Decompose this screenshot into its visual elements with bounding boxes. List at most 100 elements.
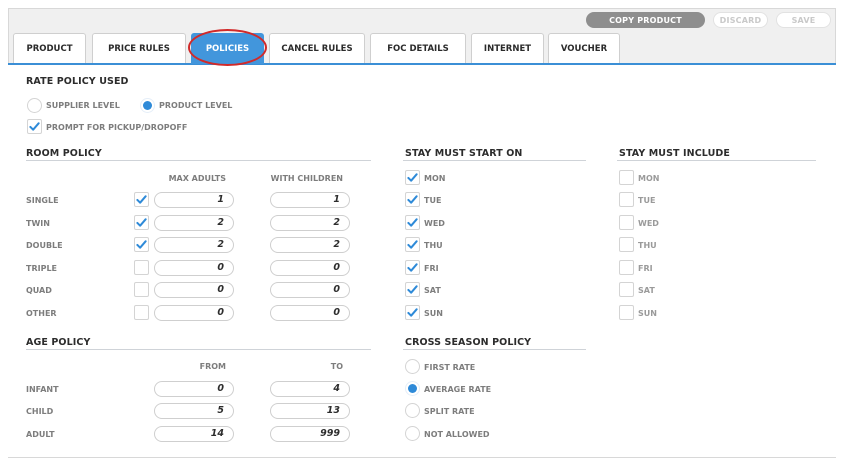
room-label-other: OTHER bbox=[26, 309, 57, 318]
divider bbox=[26, 160, 371, 161]
max-adults-double-input[interactable]: 2 bbox=[154, 237, 234, 253]
divider bbox=[403, 160, 586, 161]
age-to-adult-input[interactable]: 999 bbox=[270, 426, 350, 442]
radio-not-allowed[interactable] bbox=[405, 426, 420, 441]
radio-average-rate[interactable] bbox=[405, 381, 420, 396]
include-label-wed: WED bbox=[638, 219, 659, 228]
include-checkbox-sun[interactable] bbox=[619, 305, 634, 320]
start-checkbox-wed[interactable] bbox=[405, 215, 420, 230]
room-checkbox-double[interactable] bbox=[134, 237, 149, 252]
tab-product[interactable]: PRODUCT bbox=[13, 33, 86, 64]
start-checkbox-mon[interactable] bbox=[405, 170, 420, 185]
include-checkbox-tue[interactable] bbox=[619, 192, 634, 207]
room-policy-title: ROOM POLICY bbox=[26, 148, 102, 159]
include-checkbox-sat[interactable] bbox=[619, 282, 634, 297]
stay-include-title: STAY MUST INCLUDE bbox=[619, 148, 730, 159]
max-adults-header: MAX ADULTS bbox=[168, 174, 226, 183]
max-adults-other-input[interactable]: 0 bbox=[154, 305, 234, 321]
start-checkbox-fri[interactable] bbox=[405, 260, 420, 275]
start-checkbox-tue[interactable] bbox=[405, 192, 420, 207]
not-allowed-label: NOT ALLOWED bbox=[424, 430, 490, 439]
room-label-quad: QUAD bbox=[26, 286, 52, 295]
start-label-sat: SAT bbox=[424, 286, 441, 295]
radio-first-rate[interactable] bbox=[405, 359, 420, 374]
radio-supplier-level[interactable] bbox=[27, 98, 42, 113]
room-label-double: DOUBLE bbox=[26, 241, 63, 250]
room-checkbox-quad[interactable] bbox=[134, 282, 149, 297]
include-label-sat: SAT bbox=[638, 286, 655, 295]
include-checkbox-wed[interactable] bbox=[619, 215, 634, 230]
check-icon bbox=[29, 122, 40, 131]
start-checkbox-sat[interactable] bbox=[405, 282, 420, 297]
divider bbox=[26, 349, 371, 350]
copy-product-button[interactable]: COPY PRODUCT bbox=[586, 12, 705, 28]
check-icon bbox=[407, 173, 418, 182]
age-from-child-input[interactable]: 5 bbox=[154, 403, 234, 419]
start-label-mon: MON bbox=[424, 174, 446, 183]
include-checkbox-fri[interactable] bbox=[619, 260, 634, 275]
age-label-infant: INFANT bbox=[26, 385, 59, 394]
tab-price-rules[interactable]: PRICE RULES bbox=[92, 33, 186, 64]
with-children-quad-input[interactable]: 0 bbox=[270, 282, 350, 298]
tab-internet[interactable]: INTERNET bbox=[471, 33, 544, 64]
check-icon bbox=[407, 308, 418, 317]
radio-product-level[interactable] bbox=[140, 98, 155, 113]
tab-policies[interactable]: POLICIES bbox=[191, 33, 264, 64]
save-button[interactable]: SAVE bbox=[776, 12, 831, 28]
age-from-adult-input[interactable]: 14 bbox=[154, 426, 234, 442]
room-label-single: SINGLE bbox=[26, 196, 59, 205]
cross-season-title: CROSS SEASON POLICY bbox=[405, 337, 532, 348]
start-label-sun: SUN bbox=[424, 309, 443, 318]
max-adults-single-input[interactable]: 1 bbox=[154, 192, 234, 208]
max-adults-twin-input[interactable]: 2 bbox=[154, 215, 234, 231]
room-checkbox-other[interactable] bbox=[134, 305, 149, 320]
max-adults-quad-input[interactable]: 0 bbox=[154, 282, 234, 298]
room-label-twin: TWIN bbox=[26, 219, 50, 228]
max-adults-triple-input[interactable]: 0 bbox=[154, 260, 234, 276]
with-children-twin-input[interactable]: 2 bbox=[270, 215, 350, 231]
include-label-mon: MON bbox=[638, 174, 660, 183]
room-checkbox-single[interactable] bbox=[134, 192, 149, 207]
tab-cancel-rules[interactable]: CANCEL RULES bbox=[269, 33, 365, 64]
check-icon bbox=[136, 218, 147, 227]
include-checkbox-thu[interactable] bbox=[619, 237, 634, 252]
age-policy-title: AGE POLICY bbox=[26, 337, 91, 348]
age-from-infant-input[interactable]: 0 bbox=[154, 381, 234, 397]
check-icon bbox=[407, 218, 418, 227]
supplier-level-label: SUPPLIER LEVEL bbox=[46, 101, 120, 110]
start-label-thu: THU bbox=[424, 241, 443, 250]
age-to-infant-input[interactable]: 4 bbox=[270, 381, 350, 397]
prompt-pickup-checkbox[interactable] bbox=[27, 119, 42, 134]
with-children-single-input[interactable]: 1 bbox=[270, 192, 350, 208]
age-to-child-input[interactable]: 13 bbox=[270, 403, 350, 419]
include-label-thu: THU bbox=[638, 241, 657, 250]
first-rate-label: FIRST RATE bbox=[424, 363, 476, 372]
age-label-adult: ADULT bbox=[26, 430, 55, 439]
check-icon bbox=[407, 285, 418, 294]
with-children-double-input[interactable]: 2 bbox=[270, 237, 350, 253]
include-label-tue: TUE bbox=[638, 196, 656, 205]
check-icon bbox=[136, 240, 147, 249]
room-checkbox-twin[interactable] bbox=[134, 215, 149, 230]
room-checkbox-triple[interactable] bbox=[134, 260, 149, 275]
average-rate-label: AVERAGE RATE bbox=[424, 385, 492, 394]
tab-voucher[interactable]: VOUCHER bbox=[548, 33, 620, 64]
from-header: FROM bbox=[199, 362, 226, 371]
product-level-label: PRODUCT LEVEL bbox=[159, 101, 233, 110]
radio-split-rate[interactable] bbox=[405, 403, 420, 418]
age-label-child: CHILD bbox=[26, 407, 54, 416]
discard-button[interactable]: DISCARD bbox=[713, 12, 768, 28]
include-label-sun: SUN bbox=[638, 309, 657, 318]
include-checkbox-mon[interactable] bbox=[619, 170, 634, 185]
tab-foc-details[interactable]: FOC DETAILS bbox=[370, 33, 466, 64]
check-icon bbox=[136, 195, 147, 204]
with-children-other-input[interactable]: 0 bbox=[270, 305, 350, 321]
rate-policy-title: RATE POLICY USED bbox=[26, 76, 129, 87]
with-children-triple-input[interactable]: 0 bbox=[270, 260, 350, 276]
start-checkbox-thu[interactable] bbox=[405, 237, 420, 252]
stay-start-title: STAY MUST START ON bbox=[405, 148, 523, 159]
start-checkbox-sun[interactable] bbox=[405, 305, 420, 320]
check-icon bbox=[407, 195, 418, 204]
split-rate-label: SPLIT RATE bbox=[424, 407, 475, 416]
prompt-pickup-label: PROMPT FOR PICKUP/DROPOFF bbox=[46, 123, 188, 132]
